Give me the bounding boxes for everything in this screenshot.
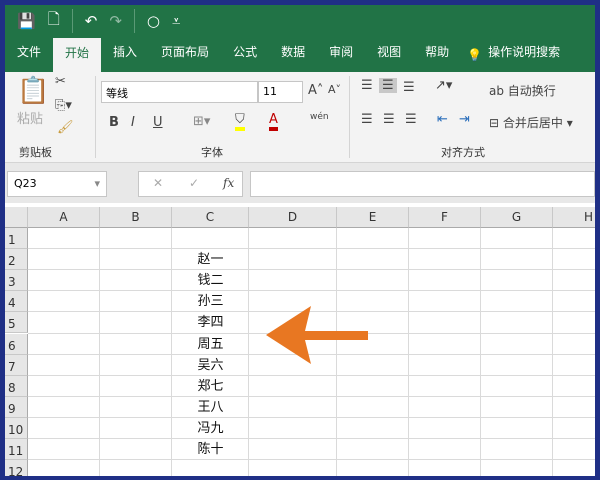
left-arrow-icon <box>266 306 368 364</box>
excel-window: 💾 🗋 ↶ ↷ ○ ⩡ 文件 开始 插入 页面布局 公式 数据 审阅 视图 帮助… <box>5 5 595 476</box>
arrow-annotation <box>266 306 368 364</box>
